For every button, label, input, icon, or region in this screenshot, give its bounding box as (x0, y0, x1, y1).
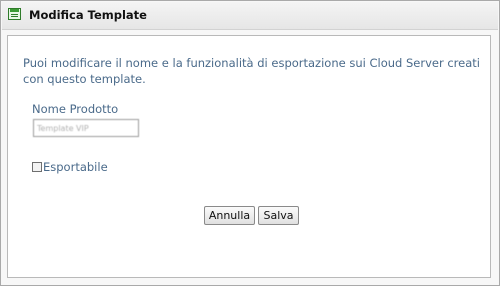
exportable-checkbox[interactable] (32, 162, 42, 172)
product-name-input[interactable] (33, 119, 139, 137)
description-text: Puoi modificare il nome e la funzionalit… (23, 56, 480, 86)
template-form-icon (8, 8, 21, 20)
save-button[interactable]: Salva (258, 206, 299, 225)
cancel-button[interactable]: Annulla (204, 206, 255, 225)
exportable-label[interactable]: Esportabile (43, 160, 108, 174)
dialog-titlebar: Modifica Template (2, 2, 498, 30)
dialog-content: Puoi modificare il nome e la funzionalit… (7, 35, 491, 278)
product-name-label: Nome Prodotto (32, 102, 119, 116)
dialog-title: Modifica Template (29, 8, 147, 22)
dialog-window: Modifica Template Puoi modificare il nom… (0, 0, 500, 286)
